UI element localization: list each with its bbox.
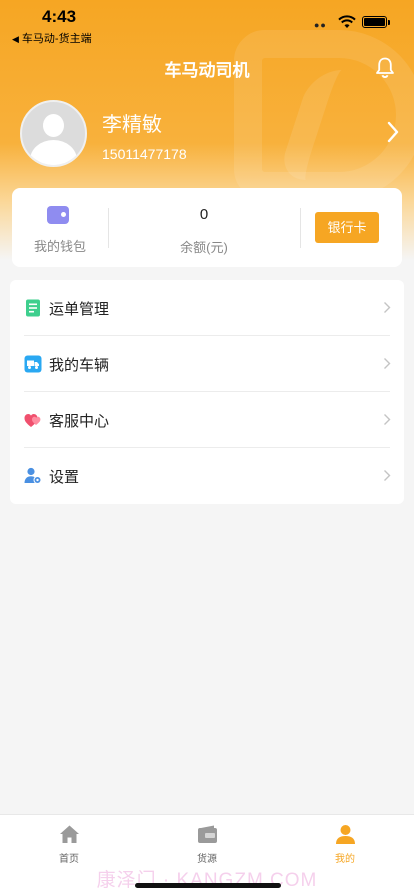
tab-label: 首页 — [59, 854, 79, 865]
back-app-label: 车马动-货主端 — [21, 33, 92, 45]
status-time: 4:43 — [42, 7, 77, 26]
balance-label: 余额(元) — [180, 240, 228, 255]
wallet-icon — [47, 206, 69, 224]
home-icon — [60, 825, 79, 843]
wallet-label: 我的钱包 — [33, 239, 86, 254]
bank-card-button[interactable]: 银行卡 — [315, 212, 379, 243]
tab-label: 我的 — [335, 854, 355, 865]
menu-item-waybill[interactable]: 运单管理 — [10, 280, 404, 336]
bell-icon[interactable] — [374, 56, 396, 78]
back-arrow-icon: ◀ — [12, 34, 19, 44]
divider — [300, 208, 301, 248]
truck-icon — [24, 355, 42, 373]
signal-icon: ●● — [314, 20, 327, 30]
chevron-right-icon — [384, 414, 391, 425]
user-phone: 15011477178 — [102, 146, 187, 162]
heart-chat-icon — [24, 414, 41, 427]
avatar[interactable] — [20, 100, 87, 167]
cargo-icon — [198, 825, 217, 843]
menu-item-label: 运单管理 — [49, 301, 110, 318]
chevron-right-icon[interactable] — [386, 120, 400, 144]
chevron-right-icon — [384, 302, 391, 313]
menu-item-vehicles[interactable]: 我的车辆 — [10, 336, 404, 392]
balance-value: 0 — [199, 206, 209, 223]
waybill-icon — [26, 299, 40, 317]
back-to-app-link[interactable]: ◀ 车马动-货主端 — [12, 30, 92, 46]
menu-item-settings[interactable]: 设置 — [10, 448, 404, 504]
tab-label: 货源 — [197, 854, 217, 865]
menu-item-customer-service[interactable]: 客服中心 — [10, 392, 404, 448]
wifi-icon — [338, 15, 356, 28]
battery-icon — [362, 16, 390, 28]
menu-item-label: 我的车辆 — [49, 357, 110, 374]
tab-home[interactable]: 首页 — [0, 815, 138, 865]
chevron-right-icon — [384, 470, 391, 481]
wallet-card: 我的钱包 0 余额(元) 银行卡 — [12, 188, 402, 267]
tab-cargo[interactable]: 货源 — [138, 815, 276, 865]
menu-item-label: 客服中心 — [49, 413, 110, 430]
menu-item-label: 设置 — [49, 469, 80, 486]
user-name: 李精敏 — [102, 114, 162, 136]
user-icon — [336, 825, 355, 844]
my-wallet-button[interactable]: 我的钱包 — [12, 188, 108, 267]
status-bar: 4:43 ◀ 车马动-货主端 ●● — [0, 0, 414, 46]
settings-user-icon — [24, 467, 42, 484]
home-indicator — [135, 883, 281, 888]
tab-bar: 首页 货源 我的 康泽门 · KANGZM.COM — [0, 814, 414, 896]
menu-list: 运单管理 我的车辆 客服中心 设置 — [10, 280, 404, 504]
tab-mine[interactable]: 我的 — [276, 815, 414, 865]
chevron-right-icon — [384, 358, 391, 369]
page-title: 车马动司机 — [164, 61, 250, 80]
